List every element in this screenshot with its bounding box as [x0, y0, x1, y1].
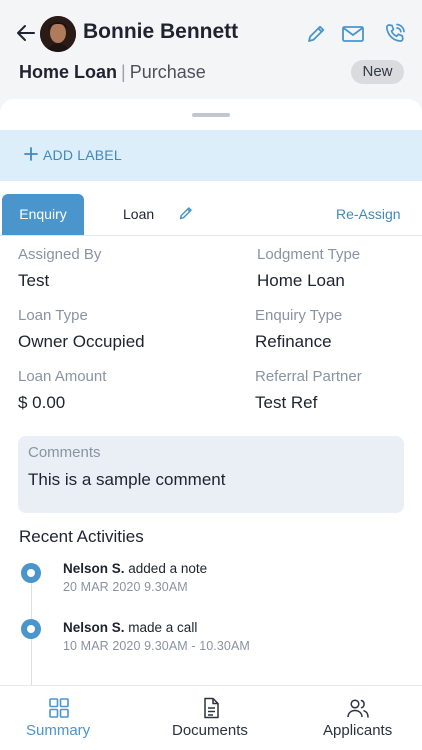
comments-box[interactable]: Comments This is a sample comment	[18, 436, 404, 513]
enquiry-type-value: Refinance	[255, 332, 332, 351]
loan-type-field: Loan Type Owner Occupied	[18, 307, 145, 352]
loan-subtitle: Home Loan | Purchase	[19, 62, 206, 83]
assigned-by-label: Assigned By	[18, 246, 102, 263]
subtitle-separator: |	[121, 62, 126, 82]
referral-partner-field: Referral Partner Test Ref	[255, 368, 362, 413]
tab-enquiry[interactable]: Enquiry	[2, 194, 84, 235]
add-label-button[interactable]: ADD LABEL	[43, 147, 122, 163]
timeline-dot-icon	[21, 563, 41, 583]
comments-label: Comments	[28, 444, 101, 461]
assigned-by-value: Test	[18, 271, 50, 290]
activity-item[interactable]: Nelson S. made a call	[63, 620, 197, 635]
loan-amount-label: Loan Amount	[18, 368, 107, 385]
loan-type-value: Owner Occupied	[18, 332, 145, 351]
edit-pencil-icon[interactable]	[303, 21, 329, 47]
activity-time: 20 MAR 2020 9.30AM	[63, 580, 188, 594]
referral-partner-value: Test Ref	[255, 393, 318, 412]
lodgment-type-field: Lodgment Type Home Loan	[257, 246, 360, 291]
activity-item[interactable]: Nelson S. added a note	[63, 561, 207, 576]
loan-type-label: Loan Type	[18, 307, 88, 324]
avatar[interactable]	[40, 16, 76, 52]
loan-amount-value: $ 0.00	[18, 393, 66, 412]
activity-actor: Nelson S.	[63, 561, 125, 576]
referral-partner-label: Referral Partner	[255, 368, 362, 385]
bottom-navigation: Summary Documents Applicants	[0, 685, 422, 750]
status-badge: New	[351, 60, 404, 84]
nav-documents[interactable]: Documents	[150, 686, 272, 750]
nav-summary[interactable]: Summary	[0, 686, 118, 750]
tab-loan[interactable]: Loan	[123, 206, 154, 222]
nav-applicants-label: Applicants	[323, 722, 393, 739]
nav-applicants[interactable]: Applicants	[310, 686, 422, 750]
assigned-by-field: Assigned By Test	[18, 246, 101, 291]
reassign-button[interactable]: Re-Assign	[336, 206, 401, 222]
loan-amount-field: Loan Amount $ 0.00	[18, 368, 106, 413]
back-arrow-icon[interactable]	[14, 21, 38, 45]
lodgment-type-value: Home Loan	[257, 271, 345, 290]
comments-value: This is a sample comment	[28, 470, 226, 489]
edit-loan-pencil-icon[interactable]	[178, 205, 194, 221]
contact-name: Bonnie Bennett	[83, 20, 239, 43]
tab-bar: Enquiry Loan Re-Assign	[0, 193, 422, 236]
enquiry-type-label: Enquiry Type	[255, 307, 343, 324]
drag-handle[interactable]	[192, 113, 230, 117]
activity-action: made a call	[128, 620, 198, 635]
loan-title: Home Loan	[19, 62, 118, 82]
nav-summary-label: Summary	[26, 722, 91, 739]
contact-header: Bonnie Bennett Home Loan | Purchase New	[0, 0, 422, 112]
mail-icon[interactable]	[340, 21, 366, 47]
activity-action: added a note	[128, 561, 208, 576]
phone-call-icon[interactable]	[382, 21, 408, 47]
lodgment-type-label: Lodgment Type	[257, 246, 361, 263]
plus-icon	[24, 147, 38, 161]
document-icon	[204, 697, 219, 719]
activity-time: 10 MAR 2020 9.30AM - 10.30AM	[63, 639, 250, 653]
grid-icon	[49, 698, 69, 718]
add-label-bar[interactable]: ADD LABEL	[0, 130, 422, 181]
nav-documents-label: Documents	[172, 722, 248, 739]
users-icon	[347, 699, 369, 718]
details-sheet: ADD LABEL Enquiry Loan Re-Assign Assigne…	[0, 99, 422, 750]
enquiry-type-field: Enquiry Type Refinance	[255, 307, 342, 352]
timeline-dot-icon	[21, 619, 41, 639]
activity-actor: Nelson S.	[63, 620, 125, 635]
recent-activities-title: Recent Activities	[19, 527, 144, 546]
loan-purpose: Purchase	[129, 62, 206, 82]
